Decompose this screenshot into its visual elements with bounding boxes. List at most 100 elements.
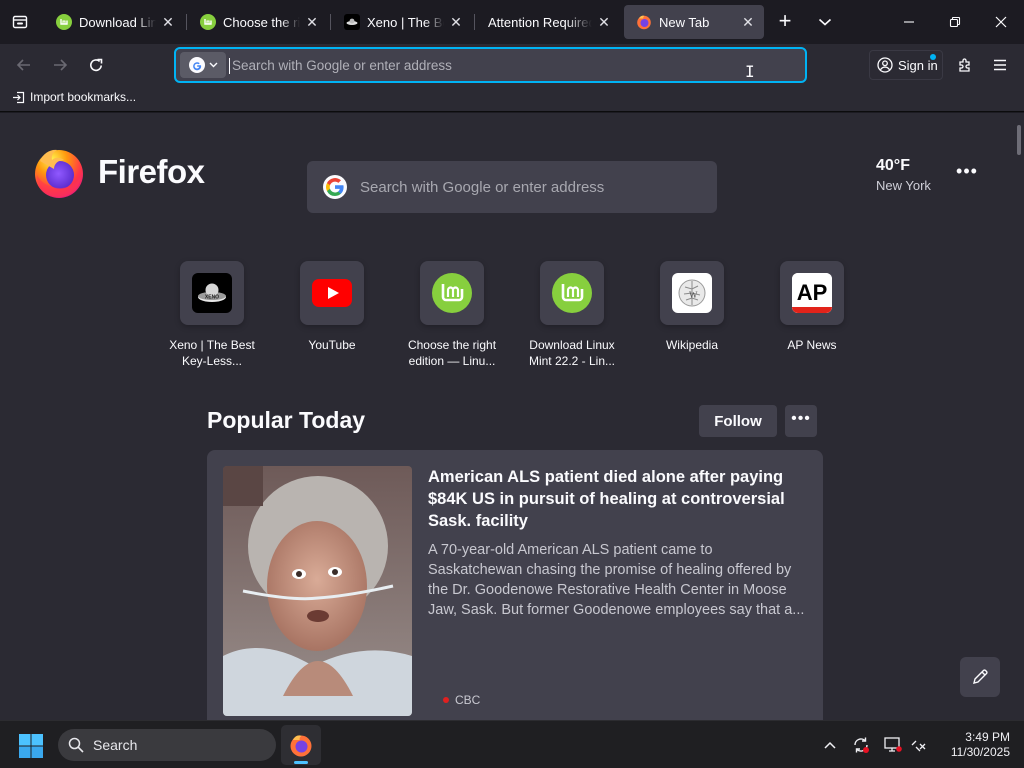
- weather-location: New York: [876, 178, 931, 193]
- firefox-view-icon: [12, 15, 28, 29]
- list-all-tabs-button[interactable]: [810, 8, 840, 36]
- extensions-button[interactable]: [950, 50, 980, 80]
- top-site-download-linux-mint[interactable]: Download Linux Mint 22.2 - Lin...: [520, 261, 624, 369]
- top-site-label: AP News: [787, 338, 837, 352]
- sync-tray-button[interactable]: [849, 733, 873, 757]
- top-site-label: Xeno | The Best Key-Less...: [169, 338, 255, 368]
- tab-close-icon[interactable]: ✕: [740, 14, 756, 30]
- top-site-tile[interactable]: [420, 261, 484, 325]
- import-bookmarks-button[interactable]: Import bookmarks...: [12, 90, 136, 104]
- hero-search-input[interactable]: [360, 178, 717, 196]
- top-site-tile[interactable]: AP: [780, 261, 844, 325]
- display-tray-button[interactable]: [881, 733, 905, 757]
- show-hidden-icons-button[interactable]: [818, 733, 842, 757]
- story-image[interactable]: [223, 466, 412, 716]
- system-clock[interactable]: 3:49 PM 11/30/2025: [940, 730, 1010, 760]
- weather-menu-button[interactable]: •••: [954, 161, 980, 185]
- svg-text:XENO: XENO: [205, 295, 219, 301]
- tab-divider: [186, 14, 187, 30]
- notification-dot: [930, 54, 936, 60]
- app-menu-button[interactable]: [985, 50, 1015, 80]
- windows-logo-icon: [19, 734, 43, 758]
- chevron-up-icon: [824, 741, 836, 749]
- top-site-choose-edition[interactable]: Choose the right edition — Linu...: [400, 261, 504, 369]
- hamburger-menu-icon: [994, 59, 1006, 71]
- minimize-button[interactable]: [886, 0, 932, 44]
- pencil-icon: [973, 669, 988, 684]
- tab-close-icon[interactable]: ✕: [596, 14, 612, 30]
- restore-button[interactable]: [932, 0, 978, 44]
- wikipedia-icon: W: [672, 273, 712, 313]
- back-arrow-icon: [16, 59, 30, 71]
- popular-today-heading: Popular Today: [207, 407, 366, 433]
- import-bookmarks-label: Import bookmarks...: [30, 90, 137, 104]
- story-excerpt: A 70-year-old American ALS patient came …: [428, 542, 805, 618]
- hero-search-box[interactable]: [307, 161, 717, 213]
- top-site-tile[interactable]: XENO: [180, 261, 244, 325]
- brand-wordmark: Firefox: [98, 153, 205, 190]
- clock-time: 3:49 PM: [965, 730, 1010, 744]
- svg-text:AP: AP: [797, 280, 828, 305]
- story-title[interactable]: American ALS patient died alone after pa…: [428, 466, 798, 532]
- reload-icon: [90, 58, 103, 72]
- network-disconnected-icon: [911, 740, 926, 752]
- follow-button[interactable]: Follow: [699, 405, 777, 437]
- tab-title: New Tab: [659, 14, 710, 30]
- new-tab-button[interactable]: +: [770, 8, 800, 36]
- top-site-tile[interactable]: [300, 261, 364, 325]
- top-site-ap-news[interactable]: AP AP News: [760, 261, 864, 353]
- forward-arrow-icon: [54, 59, 68, 71]
- tab-title: Choose the right edition — Linux Mint: [223, 14, 300, 30]
- tab-close-icon[interactable]: ✕: [304, 14, 320, 30]
- xeno-icon: XENO: [192, 273, 232, 313]
- reload-button[interactable]: [81, 50, 111, 80]
- top-site-youtube[interactable]: YouTube: [280, 261, 384, 353]
- clock-date: 11/30/2025: [950, 745, 1010, 759]
- taskbar-search-box[interactable]: Search: [58, 729, 276, 761]
- search-engine-selector[interactable]: [180, 52, 226, 78]
- tab-new-tab[interactable]: New Tab ✕: [624, 5, 764, 39]
- account-icon: [877, 57, 893, 73]
- tab-download-linux-mint[interactable]: Download Linux Mint 22.2 - Linux Mint ✕: [44, 5, 184, 39]
- story-source: CBC: [443, 693, 480, 707]
- firefox-view-button[interactable]: [6, 8, 34, 36]
- top-site-wikipedia[interactable]: W Wikipedia: [640, 261, 744, 353]
- taskbar-firefox-button[interactable]: [281, 725, 321, 765]
- url-input[interactable]: [232, 51, 805, 79]
- tab-close-icon[interactable]: ✕: [448, 14, 464, 30]
- ap-news-icon: AP: [792, 273, 832, 313]
- top-site-tile[interactable]: [540, 261, 604, 325]
- firefox-icon: [636, 14, 652, 30]
- firefox-brand: Firefox: [32, 145, 205, 199]
- svg-text:W: W: [689, 290, 698, 300]
- top-site-xeno[interactable]: XENO Xeno | The Best Key-Less...: [160, 261, 264, 369]
- running-indicator: [294, 761, 308, 764]
- tab-attention-required[interactable]: Attention Required! | Cloudflare ✕: [476, 5, 620, 39]
- google-icon: [188, 57, 205, 73]
- puzzle-piece-icon: [959, 58, 970, 72]
- story-card[interactable]: American ALS patient died alone after pa…: [207, 450, 823, 720]
- sign-in-button[interactable]: Sign in: [869, 50, 943, 80]
- restore-icon: [949, 16, 961, 28]
- close-window-button[interactable]: [978, 0, 1024, 44]
- forward-button[interactable]: [45, 50, 75, 80]
- popular-menu-button[interactable]: •••: [785, 405, 817, 437]
- chevron-down-icon: [209, 62, 217, 68]
- network-volume-tray-button[interactable]: [908, 733, 932, 757]
- tab-close-icon[interactable]: ✕: [160, 14, 176, 30]
- xeno-icon: [344, 14, 360, 30]
- weather-widget[interactable]: 40°F New York: [876, 157, 931, 193]
- back-button[interactable]: [9, 50, 39, 80]
- top-site-label: YouTube: [308, 338, 356, 352]
- source-logo-icon: [443, 697, 449, 703]
- scrollbar-thumb[interactable]: [1017, 125, 1021, 155]
- address-bar[interactable]: [174, 47, 807, 83]
- tab-choose-edition[interactable]: Choose the right edition — Linux Mint ✕: [188, 5, 328, 39]
- tab-divider: [330, 14, 331, 30]
- start-button[interactable]: [18, 733, 44, 759]
- tab-xeno[interactable]: Xeno | The Best Key-Less Executor ✕: [332, 5, 472, 39]
- bookmarks-toolbar: Import bookmarks...: [0, 86, 1024, 112]
- customize-button[interactable]: [960, 657, 1000, 697]
- top-sites: XENO Xeno | The Best Key-Less... YouTube…: [160, 261, 868, 371]
- top-site-tile[interactable]: W: [660, 261, 724, 325]
